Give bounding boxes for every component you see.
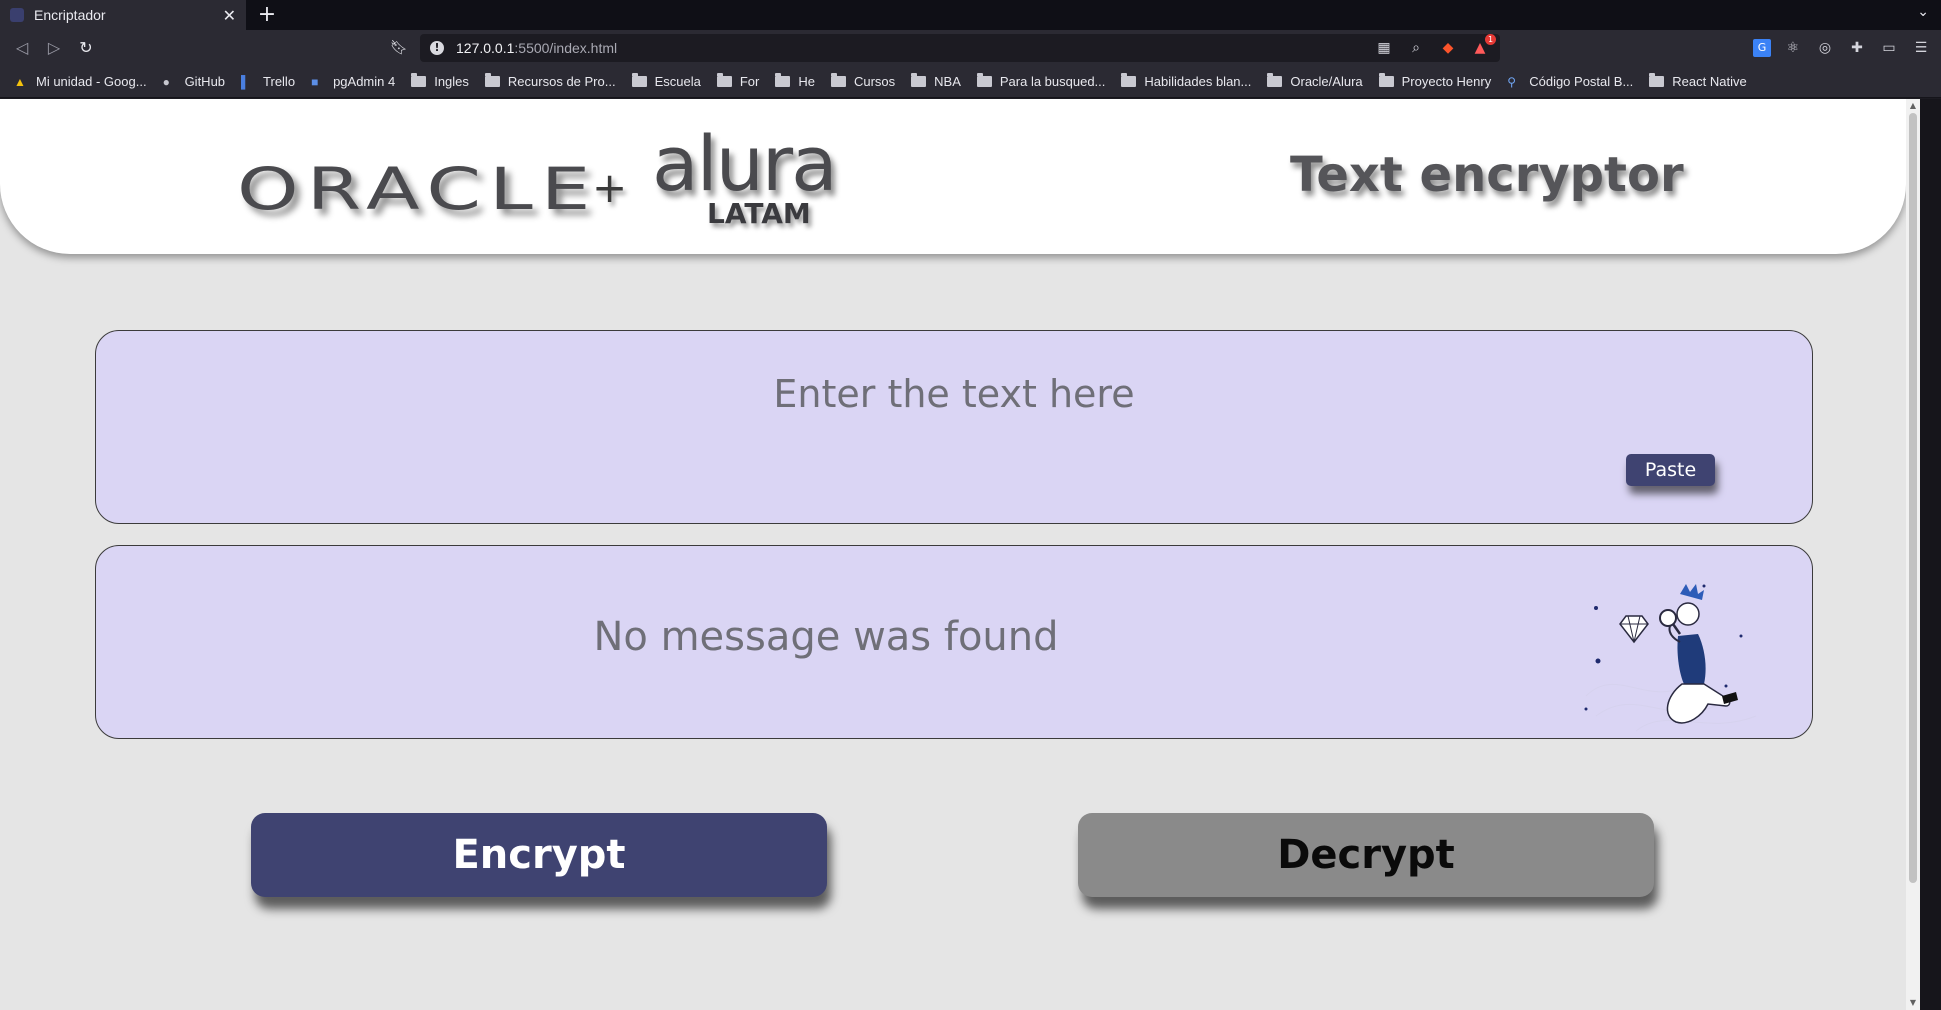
folder-icon	[775, 73, 791, 87]
new-tab-button[interactable]: +	[254, 2, 280, 28]
oracle-logo-text: ORACLE	[237, 155, 599, 223]
bookmark-folder[interactable]: Habilidades blan...	[1121, 73, 1251, 89]
bookmark-item[interactable]: ▲ Mi unidad - Goog...	[14, 74, 147, 89]
folder-icon	[631, 73, 647, 87]
bookmark-page-icon[interactable]: 🔖︎	[388, 36, 410, 60]
input-panel: Paste	[95, 330, 1813, 524]
bookmark-folder[interactable]: He	[775, 73, 815, 89]
folder-icon	[830, 73, 846, 87]
notification-badge: 1	[1485, 34, 1496, 45]
bookmark-item[interactable]: ■ pgAdmin 4	[311, 74, 395, 89]
logo-plus: +	[592, 163, 628, 212]
paste-button[interactable]: Paste	[1626, 454, 1715, 486]
back-icon[interactable]: ◁	[10, 36, 34, 60]
page-title: Text encryptor	[1290, 147, 1684, 203]
folder-icon	[911, 73, 927, 87]
bookmark-item[interactable]: ● GitHub	[163, 74, 225, 89]
forward-icon[interactable]: ▷	[42, 36, 66, 60]
bookmark-folder[interactable]: Oracle/Alura	[1267, 73, 1363, 89]
qr-code-icon[interactable]: ▦	[1374, 38, 1394, 58]
react-devtools-icon[interactable]: ⚛	[1783, 38, 1803, 58]
scroll-up-icon[interactable]: ▲	[1909, 102, 1917, 110]
folder-icon	[1378, 73, 1394, 87]
bookmark-folder[interactable]: Recursos de Pro...	[484, 73, 616, 89]
output-message: No message was found	[593, 614, 1059, 660]
url-host: 127.0.0.1	[456, 40, 515, 56]
scrollbar-thumb[interactable]	[1909, 113, 1917, 883]
folder-icon	[976, 73, 992, 87]
tab-bar: Encriptador ✕ + ⌄	[0, 0, 1941, 30]
encrypt-button[interactable]: Encrypt	[251, 813, 827, 897]
extensions-puzzle-icon[interactable]: ✚	[1847, 38, 1867, 58]
bookmark-folder[interactable]: React Native	[1649, 73, 1747, 89]
page-scrollbar[interactable]: ▲ ▼	[1906, 99, 1920, 1010]
alura-logo-text: alura	[652, 119, 838, 208]
bookmark-item[interactable]: ⚲ Código Postal B...	[1507, 74, 1633, 89]
latam-logo-text: LATAM	[707, 197, 811, 230]
navigation-toolbar: ◁ ▷ ↻ 🔖︎ ! 127.0.0.1 :5500/index.html ▦ …	[0, 30, 1941, 66]
bookmark-folder[interactable]: For	[716, 73, 759, 89]
text-input[interactable]	[96, 371, 1812, 417]
reload-icon[interactable]: ↻	[74, 36, 98, 60]
desktop-edge	[1920, 99, 1941, 1010]
bookmark-folder[interactable]: Cursos	[830, 73, 895, 89]
brave-rewards-icon[interactable]: ▲ 1	[1470, 34, 1496, 58]
drive-icon: ▲	[14, 74, 26, 89]
pgadmin-icon: ■	[311, 74, 319, 89]
folder-icon	[1267, 73, 1283, 87]
output-panel: No message was found	[95, 545, 1813, 739]
wallet-icon[interactable]: ▭	[1879, 38, 1899, 58]
location-icon: ⚲	[1507, 74, 1517, 89]
extension-target-icon[interactable]: ◎	[1815, 38, 1835, 58]
page-viewport: ORACLE + alura LATAM Text encryptor Past…	[0, 99, 1906, 1010]
folder-icon	[1649, 73, 1665, 87]
site-info-icon[interactable]: !	[430, 41, 444, 55]
scroll-down-icon[interactable]: ▼	[1909, 999, 1917, 1007]
trello-icon: ▌	[241, 74, 250, 89]
browser-tab[interactable]: Encriptador ✕	[0, 0, 246, 30]
bookmarks-bar: ▲ Mi unidad - Goog... ● GitHub ▌ Trello ■ pg…	[0, 66, 1941, 98]
page-header: ORACLE + alura LATAM Text encryptor	[0, 99, 1906, 254]
address-bar[interactable]: ! 127.0.0.1 :5500/index.html ▦ ⌕ ◆ ▲ 1	[420, 34, 1500, 62]
bookmark-item[interactable]: ▌ Trello	[241, 74, 295, 89]
page-favicon-icon	[10, 8, 24, 22]
bookmark-folder[interactable]: NBA	[911, 73, 961, 89]
brave-shields-icon[interactable]: ◆	[1438, 38, 1458, 58]
bookmark-folder[interactable]: Ingles	[411, 73, 469, 89]
url-path: :5500/index.html	[514, 40, 618, 56]
oracle-alura-logo: ORACLE + alura LATAM	[237, 119, 838, 230]
bookmark-folder[interactable]: Para la busqued...	[976, 73, 1105, 89]
folder-icon	[411, 73, 427, 87]
zoom-icon[interactable]: ⌕	[1406, 38, 1426, 58]
folder-icon	[1121, 73, 1137, 87]
folder-icon	[716, 73, 732, 87]
person-with-magnifier-illustration	[1584, 584, 1757, 732]
tab-list-chevron-icon[interactable]: ⌄	[1917, 4, 1929, 20]
tab-title: Encriptador	[34, 7, 106, 23]
bookmark-folder[interactable]: Escuela	[631, 73, 701, 89]
folder-icon	[484, 73, 500, 87]
menu-icon[interactable]: ☰	[1911, 38, 1931, 58]
close-tab-icon[interactable]: ✕	[223, 6, 236, 25]
decrypt-button[interactable]: Decrypt	[1078, 813, 1654, 897]
translate-icon[interactable]: G	[1753, 39, 1771, 57]
github-icon: ●	[162, 74, 170, 89]
extensions-area: G ⚛ ◎ ✚ ▭ ☰	[1753, 38, 1931, 58]
bookmark-folder[interactable]: Proyecto Henry	[1378, 73, 1491, 89]
address-bar-icons: ▦ ⌕ ◆ ▲ 1	[1374, 34, 1496, 58]
